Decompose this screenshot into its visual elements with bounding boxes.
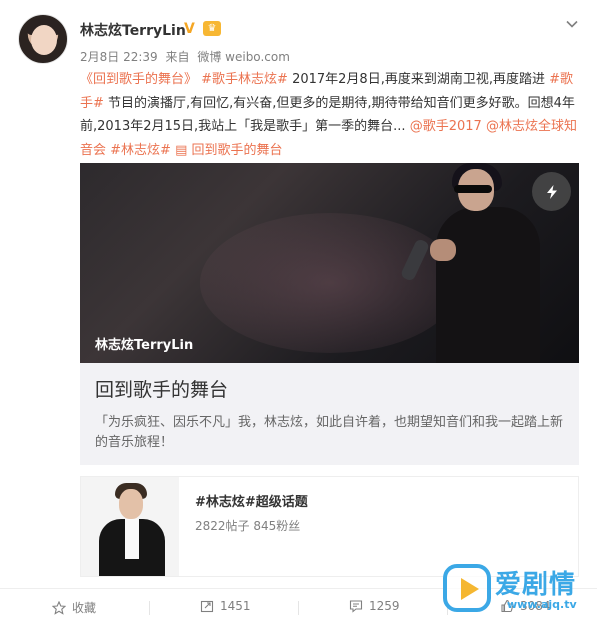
card-title[interactable]: 回到歌手的舞台 — [95, 375, 228, 402]
divider — [298, 601, 299, 615]
topic-thumbnail — [81, 477, 179, 576]
flash-icon[interactable] — [532, 172, 571, 211]
star-icon — [52, 600, 66, 615]
repost-icon — [200, 600, 214, 613]
topic-figure-shirt — [125, 519, 139, 559]
post-meta: 2月8日 22:39 来自 微博 weibo.com — [80, 48, 294, 65]
avatar[interactable] — [18, 14, 68, 64]
watermark-text: 爱剧情 — [495, 570, 577, 600]
post-link[interactable]: 《回到歌手的舞台》 — [80, 72, 197, 87]
post-source[interactable]: 微博 weibo.com — [197, 50, 290, 64]
post-link[interactable]: #林志炫# — [110, 143, 171, 158]
post-text: 《回到歌手的舞台》 #歌手林志炫# 2017年2月8日,再度来到湖南卫视,再度踏… — [80, 68, 580, 162]
favorite-button[interactable]: 收藏 — [52, 599, 96, 616]
comment-count: 1259 — [369, 599, 400, 613]
post-link[interactable]: @歌手2017 — [410, 119, 482, 134]
topic-title[interactable]: #林志炫#超级话题 — [195, 491, 308, 510]
verified-icon: V — [184, 21, 195, 37]
comment-button[interactable]: 1259 — [349, 599, 400, 613]
favorite-label: 收藏 — [72, 601, 97, 615]
comment-icon — [349, 600, 363, 613]
watermark-url: www.ajq.tv — [507, 598, 577, 611]
via-label: 来自 — [165, 50, 190, 64]
post-time[interactable]: 2月8日 22:39 — [80, 50, 158, 64]
post-text-segment: 2017年2月8日,再度来到湖南卫视,再度踏进 — [292, 72, 550, 87]
singer-figure — [399, 163, 540, 363]
repost-button[interactable]: 1451 — [200, 599, 251, 613]
divider — [149, 601, 150, 615]
card-description: 「为乐疯狂、因乐不凡」我，林志炫，如此自许着，也期望知音们和我一起踏上新的音乐旅… — [95, 415, 564, 450]
avatar-face — [31, 25, 57, 55]
vip-icon[interactable]: ♛ — [203, 21, 221, 36]
topic-stats: 2822帖子 845粉丝 — [195, 519, 301, 533]
post-link[interactable]: #歌手林志炫# — [197, 72, 292, 87]
singer-torso — [436, 207, 540, 363]
article-card[interactable]: 林志炫TerryLin 回到歌手的舞台 「为乐疯狂、因乐不凡」我，林志炫，如此自… — [80, 163, 579, 465]
image-caption: 林志炫TerryLin — [95, 338, 194, 353]
chevron-down-icon[interactable] — [565, 16, 579, 30]
card-cover-image[interactable]: 林志炫TerryLin — [80, 163, 579, 363]
post-link[interactable]: ▤ 回到歌手的舞台 — [175, 143, 282, 158]
singer-glasses — [454, 185, 492, 193]
stage-light — [200, 213, 460, 353]
site-watermark: 爱剧情 www.ajq.tv — [443, 560, 593, 620]
topic-figure-head — [119, 489, 143, 519]
play-logo-icon — [443, 564, 491, 612]
singer-hand — [430, 239, 456, 261]
author-name[interactable]: 林志炫TerryLin — [80, 20, 186, 40]
repost-count: 1451 — [220, 599, 251, 613]
